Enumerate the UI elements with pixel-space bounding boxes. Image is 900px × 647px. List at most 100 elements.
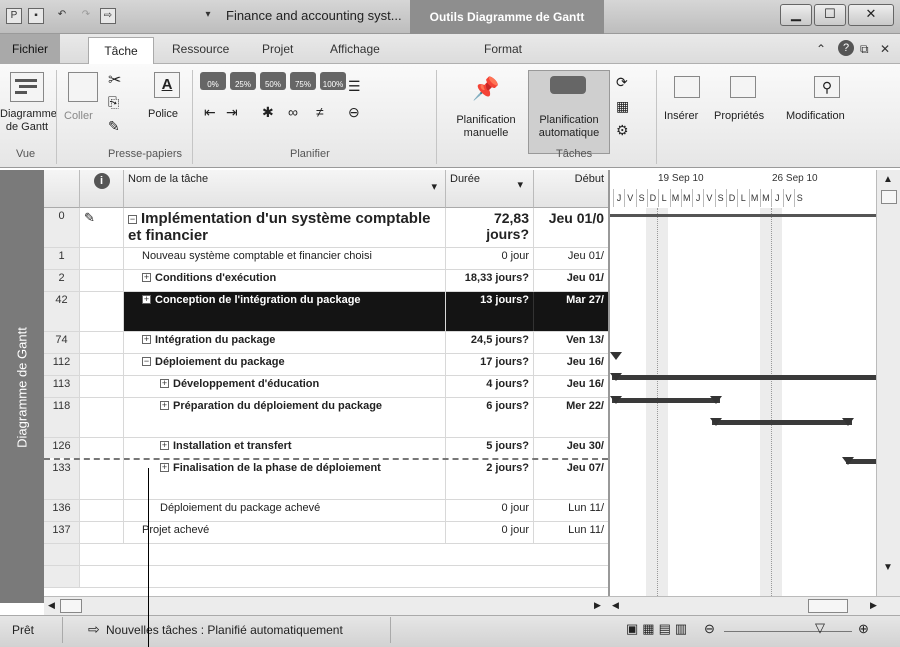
task-name-cell[interactable]: + Développement d'éducation — [124, 376, 446, 397]
task-name-cell[interactable]: + Installation et transfert — [124, 438, 446, 458]
empty-row[interactable] — [44, 544, 608, 566]
duration-cell[interactable]: 17 jours? — [446, 354, 534, 375]
column-name-header[interactable]: Nom de la tâche ▾ — [124, 170, 446, 208]
scroll-up-icon[interactable]: ▲ — [883, 174, 893, 185]
scroll-thumb[interactable] — [881, 190, 897, 204]
row-id[interactable]: 74 — [44, 332, 80, 353]
percent-100-button[interactable]: 100% — [320, 72, 346, 90]
duration-cell[interactable]: 4 jours? — [446, 376, 534, 397]
scroll-right-icon[interactable]: ▶ — [870, 600, 877, 611]
row-id[interactable]: 126 — [44, 438, 80, 458]
table-row[interactable]: 1 Nouveau système comptable et financier … — [44, 248, 608, 270]
table-row[interactable]: 118 + Préparation du déploiement du packag… — [44, 398, 608, 438]
zoom-in-icon[interactable]: ⊕ — [858, 621, 869, 637]
row-id[interactable]: 42 — [44, 292, 80, 331]
zoom-slider[interactable] — [724, 631, 852, 632]
tab-projet[interactable]: Projet — [262, 42, 293, 56]
row-id[interactable]: 112 — [44, 354, 80, 375]
table-row[interactable]: 113 + Développement d'éducation 4 jours? Jeu… — [44, 376, 608, 398]
row-id[interactable]: 133 — [44, 460, 80, 499]
percent-0-button[interactable]: 0% — [200, 72, 226, 90]
move-task-icon[interactable]: ▦ — [616, 98, 629, 115]
minimize-button[interactable]: ▁ — [780, 4, 812, 26]
inactivate-icon[interactable]: ⊖ — [348, 104, 360, 121]
close-document-icon[interactable]: ✕ — [880, 42, 890, 56]
paste-button[interactable]: Coller — [64, 110, 93, 123]
table-row[interactable]: 112 − Déploiement du package 17 jours? Jeu 1… — [44, 354, 608, 376]
close-button[interactable]: ✕ — [848, 4, 894, 26]
start-cell[interactable]: Lun 11/ — [534, 522, 608, 543]
duration-cell[interactable]: 0 jour — [446, 522, 534, 543]
restore-window-icon[interactable]: ⧉ — [860, 42, 869, 57]
start-cell[interactable]: Jeu 01/0 — [534, 208, 608, 247]
table-row[interactable]: 0 ✎ − Implémentation d'un système comptable… — [44, 208, 608, 248]
start-cell[interactable]: Jeu 01/ — [534, 248, 608, 269]
table-row[interactable]: 136 Déploiement du package achevé 0 jour Lu… — [44, 500, 608, 522]
tab-ressource[interactable]: Ressource — [172, 42, 229, 56]
task-name-cell[interactable]: + Préparation du déploiement du package — [124, 398, 446, 437]
scroll-down-icon[interactable]: ▼ — [883, 562, 893, 573]
expand-icon[interactable]: + — [160, 441, 169, 450]
start-cell[interactable]: Jeu 01/ — [534, 270, 608, 291]
duration-cell[interactable]: 72,83 jours? — [446, 208, 534, 247]
format-painter-icon[interactable]: ✎ — [108, 118, 120, 135]
zoom-out-icon[interactable]: ⊖ — [704, 621, 715, 637]
gantt-view-button[interactable]: Diagramme de Gantt — [0, 108, 57, 134]
horizontal-scrollbar-sheet[interactable]: ◀ ▶ — [44, 596, 608, 615]
row-id[interactable]: 0 — [44, 208, 80, 247]
font-button[interactable]: Police — [148, 108, 178, 121]
row-id[interactable]: 1 — [44, 248, 80, 269]
scroll-right-icon[interactable]: ▶ — [594, 600, 601, 611]
column-duration-header[interactable]: Durée ▾ — [446, 170, 534, 208]
start-cell[interactable]: Lun 11/ — [534, 500, 608, 521]
maximize-button[interactable]: ☐ — [814, 4, 846, 26]
expand-icon[interactable]: + — [160, 463, 169, 472]
percent-50-button[interactable]: 50% — [260, 72, 286, 90]
duration-cell[interactable]: 0 jour — [446, 500, 534, 521]
task-name-cell[interactable]: + Conception de l'intégration du package — [124, 292, 446, 331]
table-row[interactable]: 133 + Finalisation de la phase de déploiem… — [44, 460, 608, 500]
scroll-thumb[interactable] — [808, 599, 848, 613]
task-name-cell[interactable]: − Implémentation d'un système comptable e… — [124, 208, 446, 247]
duration-cell[interactable]: 6 jours? — [446, 398, 534, 437]
expand-icon[interactable]: + — [142, 295, 151, 304]
save-icon[interactable]: ▪ — [28, 8, 44, 24]
collapse-icon[interactable]: − — [142, 357, 151, 366]
duration-cell[interactable]: 13 jours? — [446, 292, 534, 331]
start-cell[interactable]: Ven 13/ — [534, 332, 608, 353]
scroll-left-icon[interactable]: ◀ — [48, 600, 55, 611]
scroll-left-icon[interactable]: ◀ — [612, 600, 619, 611]
expand-icon[interactable]: + — [142, 273, 151, 282]
start-cell[interactable]: Jeu 16/ — [534, 354, 608, 375]
view-shortcut-icons[interactable]: ▣▦▤▥ — [626, 621, 691, 637]
collapse-ribbon-icon[interactable]: ⌃ — [816, 42, 826, 56]
task-name-cell[interactable]: Projet achevé — [124, 522, 446, 543]
horizontal-scrollbar-gantt[interactable]: ◀ ▶ — [608, 596, 900, 615]
tab-fichier[interactable]: Fichier — [0, 34, 60, 64]
new-tasks-mode[interactable]: Nouvelles tâches : Planifié automatiquem… — [106, 623, 343, 637]
project-app-icon[interactable]: P — [6, 8, 22, 24]
row-id[interactable]: 2 — [44, 270, 80, 291]
help-icon[interactable]: ? — [838, 40, 854, 56]
redo-icon[interactable]: ↷ — [78, 8, 94, 24]
auto-schedule-quick-icon[interactable]: ⇨ — [100, 8, 116, 24]
column-start-header[interactable]: Début — [534, 170, 608, 208]
row-id[interactable]: 113 — [44, 376, 80, 397]
expand-icon[interactable]: + — [142, 335, 151, 344]
duration-cell[interactable]: 0 jour — [446, 248, 534, 269]
duration-cell[interactable]: 2 jours? — [446, 460, 534, 499]
start-cell[interactable]: Jeu 07/ — [534, 460, 608, 499]
select-all-corner[interactable] — [44, 170, 80, 208]
task-name-cell[interactable]: − Déploiement du package — [124, 354, 446, 375]
unlink-tasks-icon[interactable]: ≠ — [316, 104, 324, 120]
gantt-bar-education[interactable] — [612, 398, 720, 403]
table-row[interactable]: 2 + Conditions d'exécution 18,33 jours? Jeu … — [44, 270, 608, 292]
inspect-icon[interactable]: ⟳ — [616, 74, 628, 91]
start-cell[interactable]: Mer 22/ — [534, 398, 608, 437]
task-name-cell[interactable]: Nouveau système comptable et financier c… — [124, 248, 446, 269]
outdent-icon[interactable]: ⇤ — [204, 104, 216, 121]
empty-row[interactable] — [44, 566, 608, 588]
properties-button[interactable]: Propriétés — [714, 110, 764, 123]
expand-icon[interactable]: + — [160, 401, 169, 410]
tab-affichage[interactable]: Affichage — [330, 42, 380, 56]
